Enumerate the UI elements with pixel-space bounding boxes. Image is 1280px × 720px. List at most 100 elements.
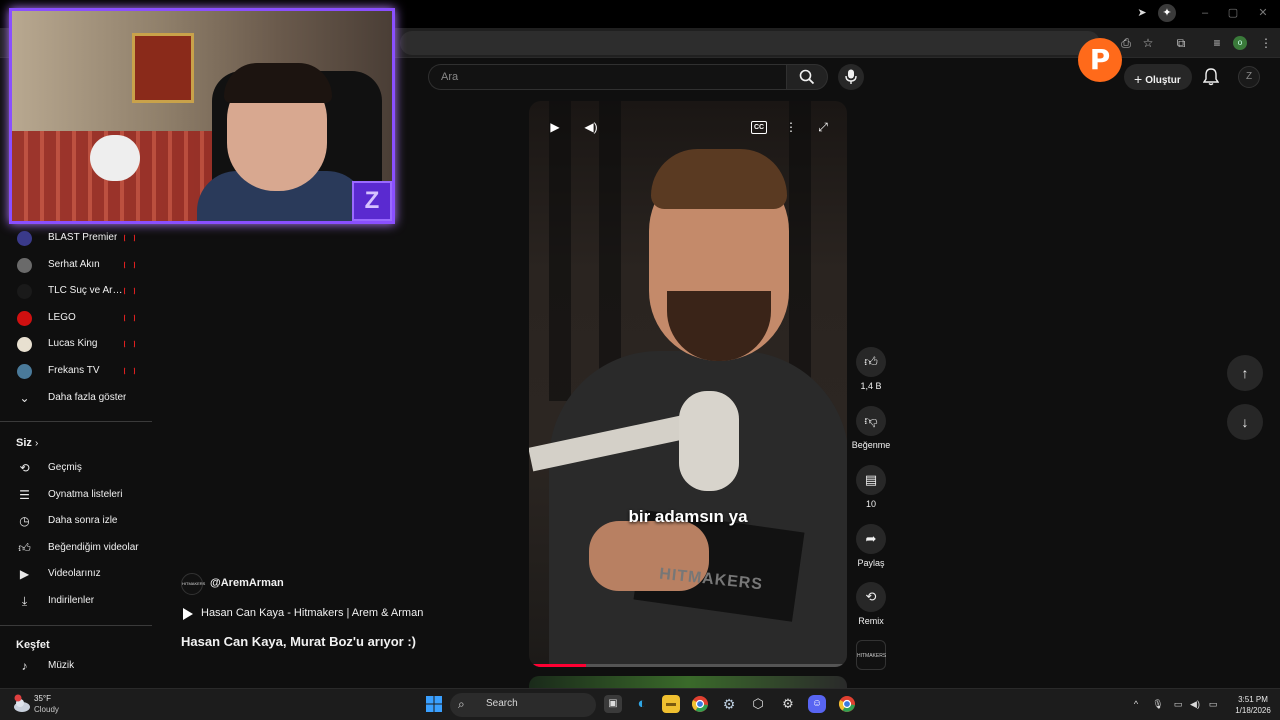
share-label: Paylaş [857,558,885,568]
sidebar-item-label: TLC Suç ve Araştırma [48,285,126,297]
sidebar-item-playlists[interactable]: ☰ Oynatma listeleri [0,483,152,509]
overlay-p-logo: P [1078,38,1122,82]
channel-avatar-icon [17,337,32,353]
watch-later-icon: ◷ [19,514,30,529]
sidebar-subscription-item[interactable]: BLAST Premier [0,226,152,252]
search-icon: ⌕ [458,697,465,711]
sidebar-subscription-item[interactable]: LEGO [0,306,152,332]
history-icon: ⟲ [19,461,30,475]
captions-icon[interactable]: CC [751,121,767,134]
taskbar-search[interactable]: ⌕ Search [450,693,596,717]
comments-button[interactable]: ▤ 10 [852,465,890,509]
search-icon [799,69,815,85]
clock-date: 1/18/2026 [1235,706,1271,715]
channel-avatar[interactable]: HITMAKERS [181,573,205,595]
install-app-icon[interactable]: ⎙ [1118,35,1134,51]
remix-button[interactable]: ⟲ Remix [852,582,890,626]
system-clock[interactable]: 3:51 PM 1/18/2026 [1232,694,1274,716]
cloud-weather-icon[interactable] [12,694,32,714]
fullscreen-icon[interactable]: ⤢ [813,119,833,135]
bookmark-star-icon[interactable]: ☆ [1140,35,1156,51]
explore-section-heading: Keşfet [16,639,50,651]
arrow-down-icon: ↓ [1241,414,1249,430]
microphone-tray-icon[interactable]: 🎙︎ [1152,698,1164,710]
sidebar-item-label: BLAST Premier [48,232,118,243]
live-indicator-icon [124,260,135,269]
windows-start-icon[interactable] [425,695,443,713]
voice-search-button[interactable] [838,64,864,90]
playlist-link[interactable]: Hasan Can Kaya - Hitmakers | Arem & Arma… [201,607,423,619]
search-button[interactable] [786,64,828,90]
battery-icon[interactable]: ▭ [1207,698,1219,710]
sidebar-item-music[interactable]: ♪ Müzik [0,654,152,680]
show-more-button[interactable]: ⌄ Daha fazla göster [0,386,152,412]
sidebar-subscription-item[interactable]: Lucas King [0,332,152,358]
channel-avatar-icon [17,310,32,326]
browser-menu-icon[interactable]: ⋮ [1258,35,1274,51]
next-short-preview[interactable] [529,676,847,688]
microphone [679,391,739,491]
sidebar-subscription-item[interactable]: Frekans TV [0,359,152,385]
dislike-button[interactable]: 👎︎ Beğenme [842,406,900,450]
live-indicator-icon [124,367,135,375]
channel-avatar-icon [17,284,32,300]
progress-bar[interactable] [529,664,847,667]
live-indicator-icon [124,313,135,322]
chevron-up-icon[interactable]: ^ [1130,698,1142,710]
sidebar-item-watch-later[interactable]: ◷ Daha sonra izle [0,509,152,535]
sidebar-item-label: Frekans TV [48,365,100,376]
task-view-icon[interactable]: ▣ [604,695,622,713]
close-window-icon[interactable]: ✕ [1256,6,1270,20]
chevron-right-icon: › [34,438,39,449]
steam-icon[interactable]: ⚙ [720,695,738,713]
more-options-icon[interactable]: ⋮ [781,119,801,135]
play-icon[interactable]: ▶ [545,119,565,135]
sidebar-subscription-item[interactable]: Serhat Akın [0,253,152,279]
channel-avatar-icon [17,364,32,379]
discord-icon[interactable]: ☺ [808,695,826,713]
notifications-button[interactable] [1200,66,1222,88]
sidebar-divider [0,421,152,422]
gemini-icon[interactable]: ✦ [1158,4,1176,22]
file-explorer-icon[interactable]: ▬ [662,695,680,713]
sidebar-subscription-item[interactable]: TLC Suç ve Araştırma [0,279,152,305]
search-input[interactable]: Ara [428,64,786,90]
music-icon: ♪ [21,659,28,673]
like-button[interactable]: 👍︎ 1,4 B [852,347,890,391]
profile-icon[interactable]: o [1233,36,1247,50]
windows-taskbar: 35°F Cloudy ⌕ Search ▣ ◐ ▬ ⚙ ⬡ ⚙ ☺ ^ 🎙︎ ▭… [0,688,1280,720]
chrome-icon[interactable] [691,695,709,713]
sound-source-button[interactable]: HITMAKERS [852,640,890,670]
you-section-heading[interactable]: Siz › [16,437,38,449]
live-indicator-icon [124,234,135,242]
minimize-icon[interactable]: – [1198,6,1212,20]
create-button[interactable]: + Oluştur [1124,64,1192,90]
wall-painting [132,33,194,103]
share-button[interactable]: ➦ Paylaş [852,524,890,568]
edge-icon[interactable]: ◐ [633,695,651,713]
sidebar-item-history[interactable]: ⟲ Geçmiş [0,456,152,482]
progress-fill [529,664,587,667]
sidebar-item-liked-videos[interactable]: 👍︎ Beğendiğim videolar [0,536,152,562]
extensions-icon[interactable]: ⧉ [1173,35,1189,51]
sidebar-item-downloads[interactable]: ⤓ İndirilenler [0,589,152,615]
maximize-icon[interactable]: ▢ [1226,6,1240,20]
settings-gear-icon[interactable]: ⚙ [779,695,797,713]
account-avatar[interactable]: Z [1238,66,1260,88]
next-short-button[interactable]: ↓ [1227,404,1263,440]
shorts-player[interactable]: HITMAKERS bir adamsın ya ▶ ◀) CC ⋮ ⤢ [529,101,847,667]
media-controls-icon[interactable]: ≡ [1209,35,1225,51]
playlist-play-icon[interactable] [183,608,193,620]
network-icon[interactable]: ▭ [1172,698,1184,710]
chrome-profile-icon[interactable] [838,695,856,713]
previous-short-button[interactable]: ↑ [1227,355,1263,391]
sidebar-item-label: Oynatma listeleri [48,488,123,500]
live-indicator-icon [124,287,135,296]
volume-icon[interactable]: ◀) [581,119,601,135]
thumbs-up-icon: 👍︎ [856,347,886,377]
channel-handle[interactable]: @AremArman [210,577,284,589]
address-bar[interactable] [400,31,1100,55]
app-hexagon-icon[interactable]: ⬡ [749,695,767,713]
volume-tray-icon[interactable]: ◀) [1189,698,1201,710]
sidebar-item-your-videos[interactable]: ▶ Videolarınız [0,562,152,588]
